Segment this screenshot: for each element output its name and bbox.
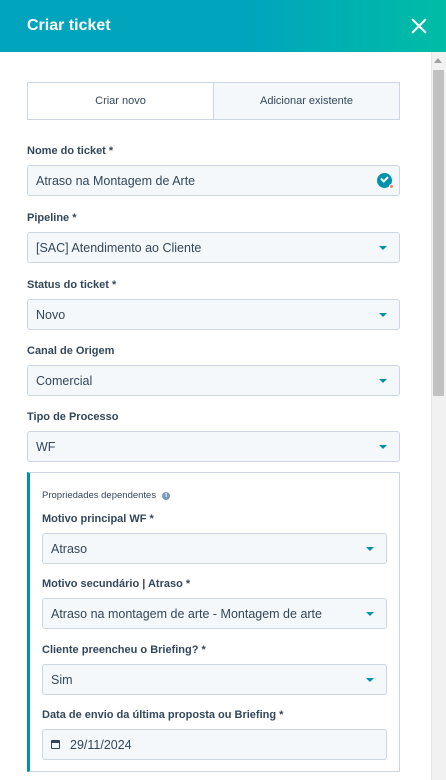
form-content: Criar novo Adicionar existente — [27, 82, 400, 120]
field-pipeline: Pipeline * [SAC] Atendimento ao Cliente — [27, 212, 400, 263]
scrollbar-thumb[interactable] — [433, 70, 444, 396]
field-status: Status do ticket * Novo — [27, 279, 400, 330]
field-label: Status do ticket * — [27, 279, 117, 291]
motivo-principal-select[interactable]: Atraso — [42, 533, 387, 564]
canal-value: Comercial — [36, 373, 93, 388]
panel-title: Criar ticket — [27, 17, 111, 34]
close-icon[interactable] — [410, 17, 428, 35]
chevron-down-icon — [379, 444, 387, 449]
tipo-value: WF — [36, 439, 56, 454]
scroll-up-arrow-icon[interactable] — [434, 58, 442, 63]
dependent-properties-panel: Propriedades dependentes i Motivo princi… — [27, 472, 400, 772]
chevron-down-icon — [379, 312, 387, 317]
canal-select[interactable]: Comercial — [27, 365, 400, 396]
pipeline-select[interactable]: [SAC] Atendimento ao Cliente — [27, 232, 400, 263]
field-label: Tipo de Processo — [27, 411, 119, 423]
briefing-value: Sim — [51, 672, 73, 687]
calendar-icon[interactable] — [51, 740, 60, 749]
status-value: Novo — [36, 307, 66, 322]
briefing-select[interactable]: Sim — [42, 664, 387, 695]
field-label: Canal de Origem — [27, 345, 115, 357]
field-label: Pipeline * — [27, 212, 77, 224]
field-nome-do-ticket: Nome do ticket * Atraso na Montagem de A… — [27, 145, 400, 196]
ticket-name-input[interactable]: Atraso na Montagem de Arte — [27, 165, 400, 196]
field-label: Nome do ticket * — [27, 145, 114, 157]
ticket-name-value: Atraso na Montagem de Arte — [36, 173, 196, 188]
motivo-secundario-select[interactable]: Atraso na montagem de arte - Montagem de… — [42, 598, 387, 629]
field-briefing: Cliente preencheu o Briefing? * Sim — [42, 644, 387, 695]
field-label: Motivo principal WF * — [42, 513, 154, 525]
info-icon[interactable]: i — [162, 491, 171, 500]
chevron-down-icon — [366, 677, 374, 682]
field-label: Data de envio da última proposta ou Brie… — [42, 709, 284, 721]
dependent-title-text: Propriedades dependentes — [42, 490, 157, 501]
verified-check-icon — [377, 173, 394, 189]
field-motivo-secundario: Motivo secundário | Atraso * Atraso na m… — [42, 578, 387, 629]
motivo-principal-value: Atraso — [51, 541, 88, 556]
tab-adicionar-existente[interactable]: Adicionar existente — [213, 83, 399, 119]
field-motivo-principal: Motivo principal WF * Atraso — [42, 513, 387, 564]
data-envio-value: 29/11/2024 — [70, 737, 132, 752]
chevron-down-icon — [366, 611, 374, 616]
field-canal-origem: Canal de Origem Comercial — [27, 345, 400, 396]
chevron-down-icon — [379, 378, 387, 383]
chevron-down-icon — [379, 245, 387, 250]
panel-header: Criar ticket — [0, 0, 446, 52]
motivo-secundario-value: Atraso na montagem de arte - Montagem de… — [51, 606, 322, 621]
status-select[interactable]: Novo — [27, 299, 400, 330]
field-label: Motivo secundário | Atraso * — [42, 578, 191, 590]
field-data-envio: Data de envio da última proposta ou Brie… — [42, 709, 387, 760]
tab-criar-novo[interactable]: Criar novo — [28, 83, 213, 119]
field-tipo-processo: Tipo de Processo WF — [27, 411, 400, 462]
field-label: Cliente preencheu o Briefing? * — [42, 644, 206, 656]
tab-bar: Criar novo Adicionar existente — [27, 82, 400, 120]
data-envio-date-input[interactable]: 29/11/2024 — [42, 729, 387, 760]
tipo-select[interactable]: WF — [27, 431, 400, 462]
pipeline-value: [SAC] Atendimento ao Cliente — [36, 240, 202, 255]
chevron-down-icon — [366, 546, 374, 551]
dependent-properties-title: Propriedades dependentes i — [42, 490, 171, 501]
